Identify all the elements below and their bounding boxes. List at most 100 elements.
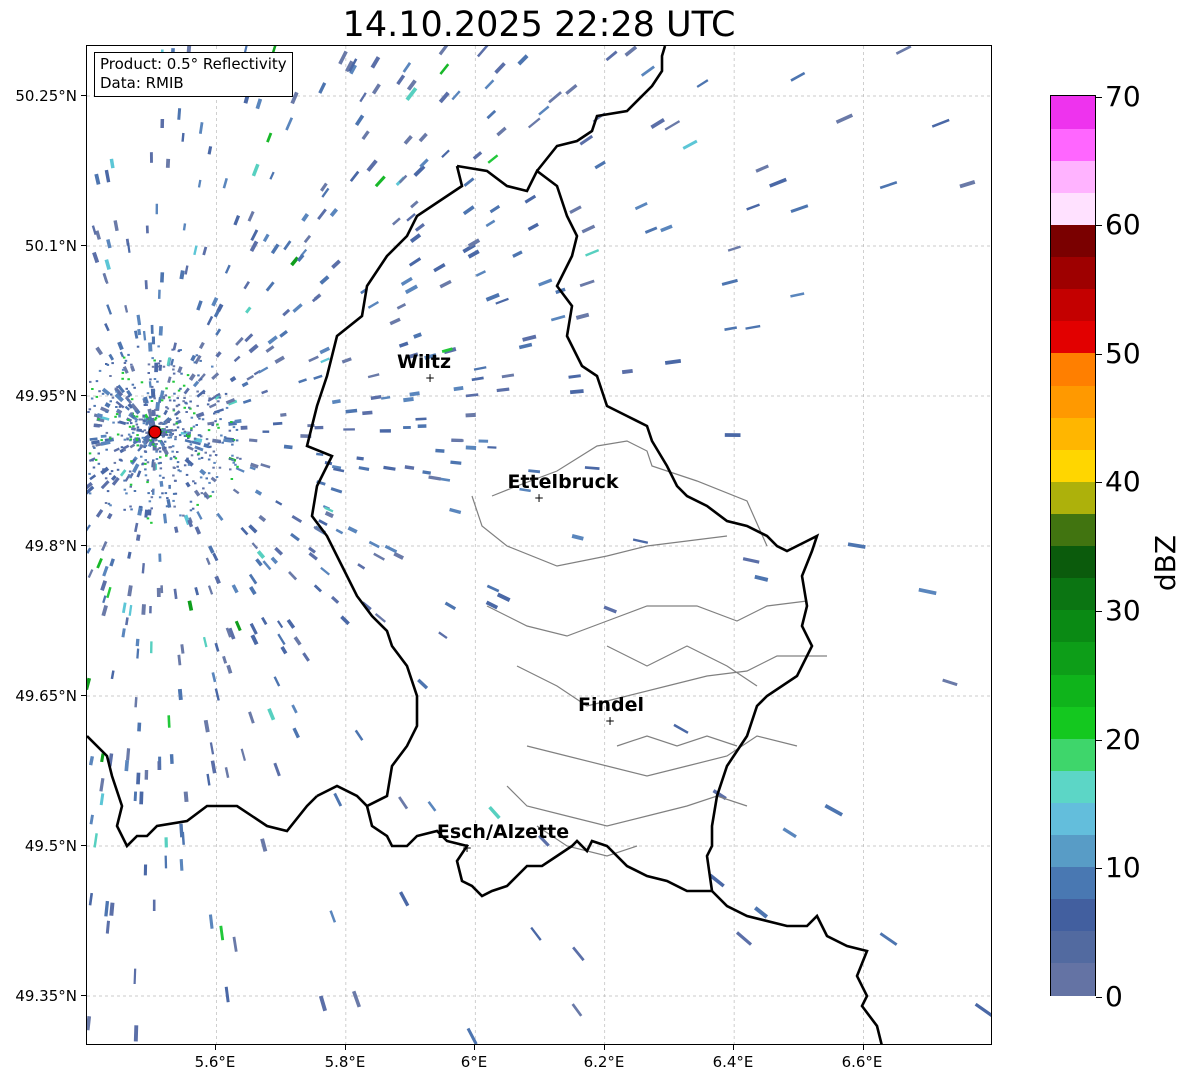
echo-cell (484, 79, 495, 90)
canton-boundaries (471, 440, 827, 857)
echo-cell (209, 742, 215, 755)
echo-cell (149, 641, 153, 654)
echo-cell (196, 404, 199, 407)
echo-cell (93, 446, 96, 449)
echo-cell (244, 333, 254, 343)
echo-cell (147, 492, 150, 495)
echo-cell (93, 404, 96, 407)
echo-cell (175, 405, 179, 408)
echo-cell (136, 470, 142, 478)
echo-cell (207, 146, 213, 155)
echo-cell (333, 792, 343, 807)
echo-cell (144, 474, 148, 477)
echo-cell (195, 354, 199, 357)
echo-cell (88, 892, 94, 906)
echo-cell (119, 469, 127, 477)
echo-cell (195, 424, 198, 426)
echo-cell (489, 204, 501, 214)
colorbar-segment (1051, 962, 1095, 996)
colorbar-segment (1051, 192, 1095, 226)
echo-cell (417, 678, 429, 690)
echo-cell (193, 437, 197, 440)
echo-cell (548, 91, 562, 104)
echo-cell (109, 158, 115, 169)
city-marker-esch-alzette: + (461, 841, 473, 855)
echo-cell (141, 604, 146, 615)
echo-cell (164, 446, 167, 449)
echo-cell (282, 308, 291, 317)
echo-cell (354, 114, 365, 127)
echo-cell (119, 351, 125, 358)
echo-cell (261, 616, 268, 626)
echo-cell (167, 715, 171, 728)
echo-cell (136, 314, 142, 326)
echo-cell (290, 532, 300, 542)
echo-cell (417, 424, 427, 428)
echo-cell (240, 748, 246, 761)
lat-label-49-95: 49.95°N (15, 387, 77, 405)
echo-cell (201, 418, 205, 421)
echo-cell (231, 584, 239, 594)
echo-cell (317, 208, 327, 220)
colorbar-segment (1051, 417, 1095, 450)
echo-cell (172, 423, 176, 426)
echo-cell (110, 393, 113, 396)
colorbar-tick (1096, 225, 1102, 226)
echo-cell (106, 490, 110, 493)
echo-cell (172, 368, 175, 371)
echo-cell (435, 448, 445, 453)
echo-cell (273, 676, 281, 687)
echo-cell (123, 488, 127, 491)
radar-map[interactable] (86, 45, 992, 1045)
echo-cell (206, 773, 211, 786)
echo-cell (125, 617, 129, 626)
echo-cell (87, 1016, 92, 1031)
echo-cell (89, 474, 97, 481)
echo-cell (242, 398, 252, 404)
echo-cell (145, 225, 149, 234)
echo-cell (182, 384, 186, 387)
echo-cell (104, 323, 110, 332)
echo-cell (222, 655, 228, 664)
echo-cell (251, 163, 260, 177)
echo-cell (199, 468, 207, 476)
echo-cell (134, 697, 138, 708)
colorbar-segment (1051, 641, 1095, 675)
echo-cell (193, 361, 197, 364)
echo-cell (248, 438, 258, 443)
echo-cell (121, 377, 124, 380)
echo-cell (173, 526, 179, 533)
echo-cell (155, 458, 159, 460)
echo-cell (393, 551, 405, 560)
echo-cell (202, 636, 208, 648)
map-canvas[interactable] (87, 46, 992, 1045)
echo-cell (143, 404, 147, 406)
echo-cell (129, 505, 132, 508)
echo-cell (137, 722, 142, 732)
echo-cell (112, 421, 115, 424)
echo-cell (790, 204, 809, 214)
echo-cell (283, 444, 293, 450)
echo-cell (128, 604, 133, 616)
echo-cell (113, 447, 120, 453)
echo-cell (195, 411, 205, 419)
echo-cell (402, 62, 412, 73)
echo-cell (89, 437, 98, 441)
echo-cell (319, 346, 331, 355)
echo-cell (163, 440, 167, 443)
lon-label-6-4: 6.4°E (712, 1053, 754, 1071)
echo-cell (209, 454, 212, 457)
echo-cell (127, 399, 130, 401)
echo-cell (136, 345, 140, 348)
lat-label-50-1: 50.1°N (24, 237, 77, 255)
echo-cell (146, 461, 150, 464)
echo-cell (196, 510, 203, 520)
echo-cell (131, 414, 134, 417)
echo-cell (150, 400, 154, 402)
echo-cell (487, 446, 497, 449)
echo-cell (173, 392, 176, 395)
echo-cell (134, 522, 139, 533)
echo-cell (790, 71, 806, 82)
echo-cell (143, 444, 146, 447)
echo-cell (724, 433, 741, 437)
